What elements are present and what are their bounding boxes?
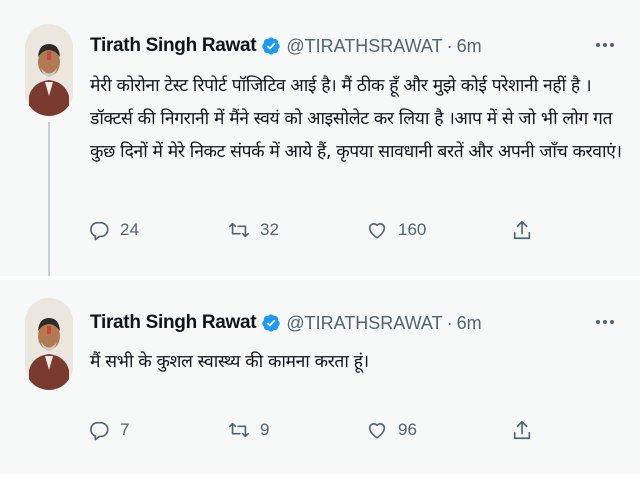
retweet-count: 9: [260, 420, 270, 439]
header-separator: ·: [446, 35, 453, 56]
tweet-header: Tirath Singh Rawat @TIRATHSRAWAT · 6m: [90, 33, 482, 59]
like-icon: [368, 223, 386, 239]
reply-button[interactable]: 7: [88, 416, 129, 444]
tweet-card[interactable]: Tirath Singh Rawat @TIRATHSRAWAT · 6m मै…: [0, 280, 640, 474]
avatar-photo: [25, 24, 73, 116]
author-name[interactable]: Tirath Singh Rawat: [90, 35, 257, 57]
retweet-icon: [229, 222, 249, 238]
tweet-header: Tirath Singh Rawat @TIRATHSRAWAT · 6m: [90, 310, 482, 336]
retweet-count: 32: [260, 220, 279, 239]
reply-icon: [90, 421, 109, 441]
tweet-text: मैं सभी के कुशल स्वास्थ्य की कामना करता …: [90, 352, 369, 372]
share-icon: [513, 220, 531, 240]
share-button[interactable]: [511, 216, 543, 244]
thread-connector: [48, 122, 50, 290]
more-options-icon[interactable]: [596, 319, 614, 325]
author-handle[interactable]: @TIRATHSRAWAT: [286, 313, 442, 334]
tweet-card[interactable]: Tirath Singh Rawat @TIRATHSRAWAT · 6m मे…: [0, 0, 640, 290]
like-button[interactable]: 96: [366, 416, 417, 444]
reply-count: 24: [120, 220, 139, 239]
share-icon: [513, 420, 531, 440]
tweet-text: मेरी कोरोना टेस्ट रिपोर्ट पॉजिटिव आई है।…: [90, 76, 622, 162]
tweet-timestamp[interactable]: 6m: [457, 313, 482, 334]
verified-badge-icon: [261, 313, 281, 333]
author-handle[interactable]: @TIRATHSRAWAT: [286, 36, 442, 57]
tweet-actions: 7 9 96: [88, 416, 548, 444]
verified-badge-icon: [261, 36, 281, 56]
like-button[interactable]: 160: [366, 216, 426, 244]
share-button[interactable]: [511, 416, 543, 444]
like-count: 96: [398, 420, 417, 439]
more-options-icon[interactable]: [596, 42, 614, 48]
avatar[interactable]: [25, 24, 73, 116]
reply-button[interactable]: 24: [88, 216, 139, 244]
tweet-timestamp[interactable]: 6m: [457, 36, 482, 57]
retweet-button[interactable]: 32: [228, 216, 279, 244]
author-name[interactable]: Tirath Singh Rawat: [90, 312, 257, 334]
tweet-actions: 24 32 160: [88, 216, 548, 244]
feed-bottom-edge: [0, 474, 640, 480]
retweet-button[interactable]: 9: [228, 416, 269, 444]
avatar-photo: [25, 298, 73, 390]
avatar[interactable]: [25, 298, 73, 390]
reply-count: 7: [120, 420, 130, 439]
like-count: 160: [398, 220, 427, 239]
reply-icon: [90, 221, 109, 241]
like-icon: [368, 423, 386, 439]
retweet-icon: [229, 422, 249, 438]
header-separator: ·: [446, 312, 453, 333]
